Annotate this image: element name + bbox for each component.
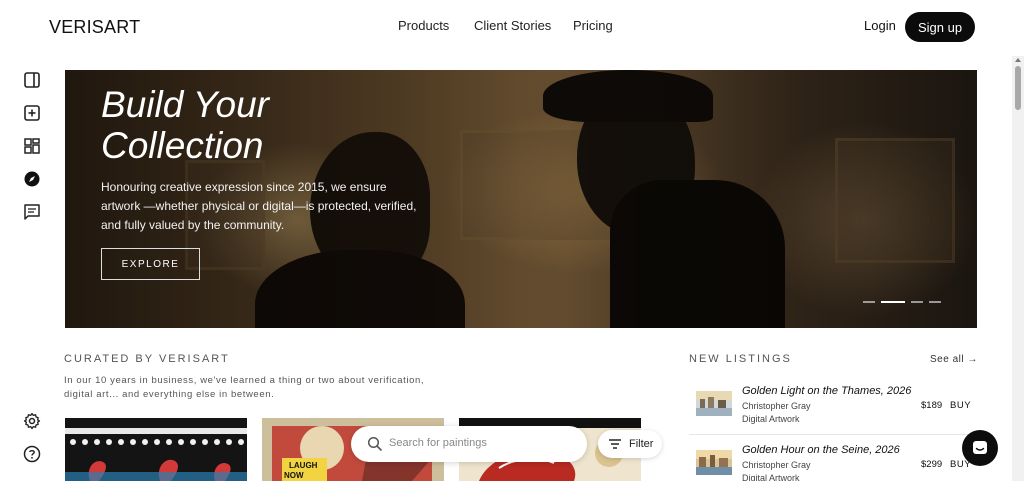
message-icon[interactable] bbox=[22, 202, 42, 222]
settings-icon[interactable] bbox=[22, 411, 42, 431]
search-bar[interactable]: Search for paintings bbox=[351, 426, 587, 462]
listing-price: $299 bbox=[921, 459, 943, 470]
carousel-dot[interactable] bbox=[863, 301, 875, 303]
filter-label: Filter bbox=[629, 438, 654, 450]
hero-description: Honouring creative expression since 2015… bbox=[101, 180, 417, 232]
search-icon bbox=[367, 436, 382, 451]
curated-section-title: CURATED BY VERISART bbox=[64, 353, 230, 365]
carousel-dot-active[interactable] bbox=[881, 301, 905, 303]
verisart-logo[interactable]: VERISART bbox=[49, 17, 140, 38]
listing-artist: Christopher Gray bbox=[742, 401, 811, 411]
chat-icon bbox=[973, 441, 987, 454]
page-scrollbar[interactable] bbox=[1012, 56, 1024, 481]
add-square-icon[interactable] bbox=[22, 103, 42, 123]
curated-artwork-card[interactable] bbox=[65, 418, 247, 481]
hero-title: Build Your Collection bbox=[101, 84, 269, 166]
help-icon[interactable] bbox=[22, 444, 42, 464]
filter-button[interactable]: Filter bbox=[598, 430, 662, 458]
scroll-thumb[interactable] bbox=[1015, 66, 1021, 110]
listing-title[interactable]: Golden Light on the Thames, 2026 bbox=[742, 385, 911, 397]
listing-thumbnail[interactable] bbox=[696, 391, 732, 416]
listing-item[interactable]: Golden Light on the Thames, 2026 Christo… bbox=[689, 377, 977, 435]
see-all-link[interactable]: See all → bbox=[930, 354, 978, 365]
dashboard-icon[interactable] bbox=[22, 136, 42, 156]
listing-artist: Christopher Gray bbox=[742, 460, 811, 470]
chat-support-button[interactable] bbox=[962, 430, 998, 466]
carousel-dot[interactable] bbox=[911, 301, 923, 303]
new-listings-title: NEW LISTINGS bbox=[689, 353, 792, 365]
hero-banner: Build Your Collection Honouring creative… bbox=[65, 70, 977, 328]
search-input[interactable]: Search for paintings bbox=[389, 437, 487, 449]
listing-price: $189 bbox=[921, 400, 943, 411]
nav-client-stories[interactable]: Client Stories bbox=[474, 18, 551, 33]
buy-button[interactable]: BUY bbox=[950, 400, 971, 411]
filter-icon bbox=[609, 439, 621, 449]
svg-text:NOW: NOW bbox=[284, 471, 304, 480]
signup-button[interactable]: Sign up bbox=[905, 12, 975, 42]
login-link[interactable]: Login bbox=[864, 18, 896, 33]
listing-type: Digital Artwork bbox=[742, 414, 800, 424]
nav-pricing[interactable]: Pricing bbox=[573, 18, 613, 33]
nav-products[interactable]: Products bbox=[398, 18, 449, 33]
svg-text:LAUGH: LAUGH bbox=[289, 461, 318, 470]
explore-button[interactable]: EXPLORE bbox=[101, 248, 200, 280]
listing-item[interactable]: Golden Hour on the Seine, 2026 Christoph… bbox=[689, 436, 977, 481]
listing-type: Digital Artwork bbox=[742, 473, 800, 481]
panel-toggle-icon[interactable] bbox=[22, 70, 42, 90]
compass-icon[interactable] bbox=[22, 169, 42, 189]
scroll-up-arrow[interactable] bbox=[1015, 58, 1021, 62]
curated-section-description: In our 10 years in business, we've learn… bbox=[64, 375, 425, 400]
listing-thumbnail[interactable] bbox=[696, 450, 732, 475]
carousel-dot[interactable] bbox=[929, 301, 941, 303]
listing-title[interactable]: Golden Hour on the Seine, 2026 bbox=[742, 444, 900, 456]
top-navigation: VERISART Products Client Stories Pricing… bbox=[0, 0, 1024, 54]
